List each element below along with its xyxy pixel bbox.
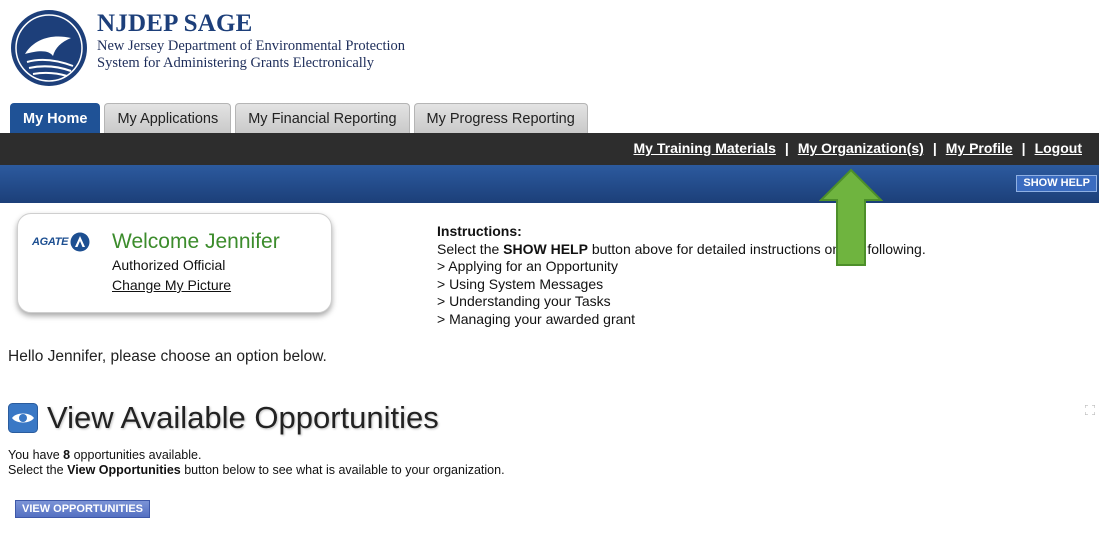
logout-link[interactable]: Logout <box>1035 140 1082 156</box>
hello-message: Hello Jennifer, please choose an option … <box>8 348 327 365</box>
tab-my-progress-reporting[interactable]: My Progress Reporting <box>413 103 588 133</box>
section-title-text: View Available Opportunities <box>47 400 439 435</box>
tab-my-financial-reporting[interactable]: My Financial Reporting <box>235 103 410 133</box>
opportunities-instruction: Select the View Opportunities button bel… <box>8 463 505 478</box>
view-opportunities-button[interactable]: VIEW OPPORTUNITIES <box>15 500 151 518</box>
brand-title: NJDEP SAGE <box>97 10 253 37</box>
select-suffix: button below to see what is available to… <box>180 463 505 477</box>
njdep-logo-icon <box>11 10 87 86</box>
count-suffix: opportunities available. <box>70 448 202 462</box>
instructions-intro-prefix: Select the <box>437 240 504 257</box>
instructions-item: > Managing your awarded grant <box>437 310 636 327</box>
tab-my-applications[interactable]: My Applications <box>104 103 232 133</box>
nav-links: My Training Materials | My Organization(s)… <box>634 140 1082 156</box>
brand: NJDEP SAGE New Jersey Department of Envi… <box>97 10 405 72</box>
agate-logo-icon <box>70 232 90 252</box>
agate-logo: AGATE <box>32 232 90 252</box>
section-title: View Available Opportunities <box>8 400 439 436</box>
tab-my-home[interactable]: My Home <box>10 103 101 133</box>
welcome-card: AGATE Welcome Jennifer Authorized Offici… <box>17 213 332 313</box>
agate-logo-text: AGATE <box>32 236 69 248</box>
main-tabs: My Home My Applications My Financial Rep… <box>10 101 592 133</box>
header: NJDEP SAGE New Jersey Department of Envi… <box>0 0 1099 100</box>
count-prefix: You have <box>8 448 64 462</box>
instructions-item: > Using System Messages <box>437 275 604 292</box>
instructions-intro-bold: SHOW HELP <box>503 240 588 257</box>
eye-icon <box>8 403 38 433</box>
expand-icon[interactable] <box>1085 405 1095 415</box>
my-profile-link[interactable]: My Profile <box>946 140 1013 156</box>
my-organizations-link[interactable]: My Organization(s) <box>798 140 924 156</box>
top-navbar: My Training Materials | My Organization(s)… <box>0 133 1099 165</box>
my-training-materials-link[interactable]: My Training Materials <box>634 140 776 156</box>
nav-separator: | <box>1021 140 1026 156</box>
select-prefix: Select the <box>8 463 68 477</box>
opportunities-count: You have 8 opportunities available. <box>8 448 505 463</box>
opportunities-info: You have 8 opportunities available. Sele… <box>8 448 505 478</box>
welcome-title: Welcome Jennifer <box>112 230 280 253</box>
instructions-item: > Understanding your Tasks <box>437 293 611 309</box>
user-role: Authorized Official <box>112 257 226 273</box>
change-picture-link[interactable]: Change My Picture <box>112 277 231 293</box>
up-arrow-annotation-icon <box>819 168 883 266</box>
brand-subtitle-line2: System for Administering Grants Electron… <box>97 55 375 71</box>
show-help-button[interactable]: SHOW HELP <box>1016 175 1097 192</box>
select-bold: View Opportunities <box>67 463 181 477</box>
nav-separator: | <box>932 140 937 156</box>
help-bar: SHOW HELP <box>0 165 1099 203</box>
brand-subtitle-line1: New Jersey Department of Environmental P… <box>97 38 406 54</box>
nav-separator: | <box>784 140 789 156</box>
